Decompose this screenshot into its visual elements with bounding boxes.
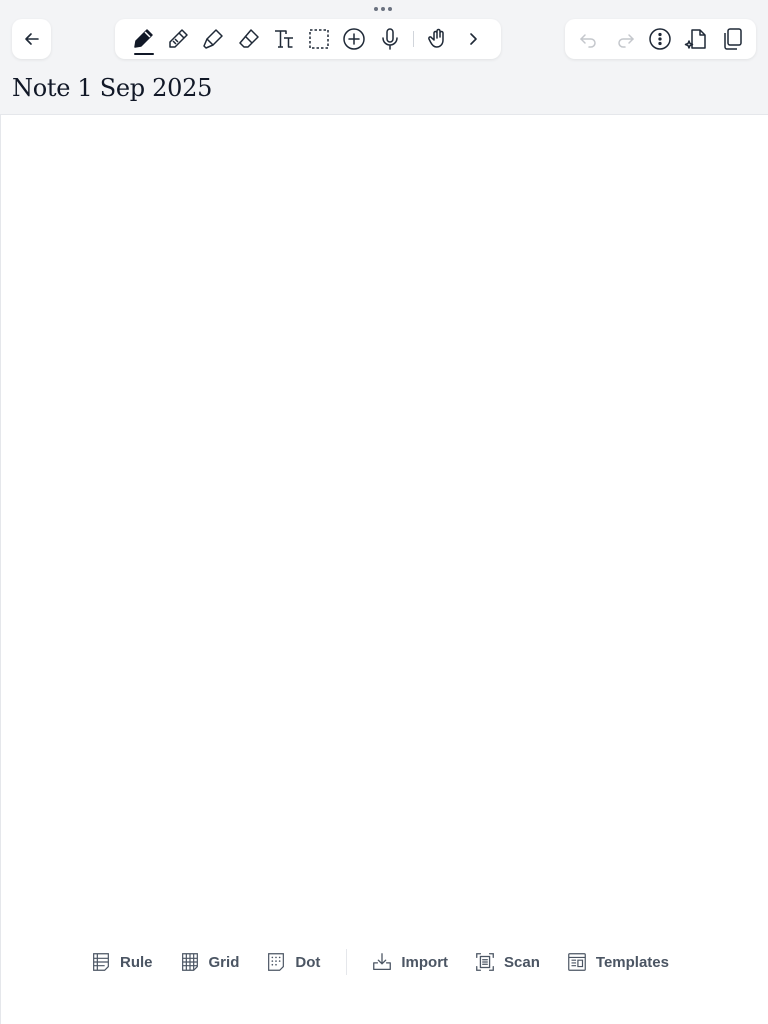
more-vertical-circle-icon [649, 28, 672, 50]
pencil-tool[interactable] [160, 21, 195, 57]
templates-icon [568, 953, 586, 971]
rule-button[interactable]: Rule [90, 951, 153, 973]
grid-label: Grid [208, 953, 240, 971]
dot-button[interactable]: Dot [265, 951, 320, 973]
pages-button[interactable] [714, 21, 750, 57]
bottom-bar-divider [346, 949, 348, 975]
ai-page-button[interactable] [678, 21, 714, 57]
multitasking-handle[interactable] [374, 7, 392, 11]
dot [374, 7, 378, 11]
rule-label: Rule [120, 953, 153, 971]
templates-label: Templates [595, 953, 669, 971]
scan-button[interactable]: Scan [474, 951, 540, 973]
dot-label: Dot [295, 953, 321, 971]
dot [388, 7, 392, 11]
hand-gesture-icon [428, 28, 444, 48]
page-options-bar: Rule Grid Dot Import Scan Templates [90, 948, 695, 976]
text-tool[interactable] [266, 21, 301, 57]
arrow-left-icon [24, 33, 39, 45]
touch-gesture-tool[interactable] [420, 21, 455, 57]
note-canvas[interactable] [0, 114, 768, 1024]
back-button[interactable] [12, 19, 51, 59]
undo-button[interactable] [571, 21, 607, 57]
chevron-right-icon [470, 33, 478, 45]
more-options-button[interactable] [643, 21, 679, 57]
redo-button[interactable] [607, 21, 643, 57]
highlighter-icon [203, 29, 223, 49]
plus-circle-icon [343, 28, 366, 50]
scan-label: Scan [504, 953, 540, 971]
highlighter-tool[interactable] [196, 21, 231, 57]
more-tools-button[interactable] [456, 21, 491, 57]
note-title[interactable]: Note 1 Sep 2025 [12, 74, 212, 102]
fountain-pen-icon [133, 29, 153, 48]
lasso-select-icon [309, 29, 329, 49]
fountain-pen-tool[interactable] [125, 21, 160, 57]
microphone-icon [381, 28, 398, 50]
dot-page-icon [268, 953, 285, 971]
import-icon [373, 953, 392, 970]
page-sparkle-icon [685, 29, 707, 49]
pencil-icon [169, 29, 188, 48]
document-actions-toolbar [565, 19, 756, 59]
import-button[interactable]: Import [371, 951, 448, 973]
eraser-icon [238, 29, 259, 48]
microphone-tool[interactable] [372, 21, 407, 57]
ruled-page-icon [93, 953, 109, 971]
copy-pages-icon [724, 28, 742, 50]
redo-icon [617, 34, 634, 48]
undo-icon [580, 34, 596, 48]
add-tool[interactable] [337, 21, 372, 57]
templates-button[interactable]: Templates [566, 951, 669, 973]
lasso-tool[interactable] [301, 21, 336, 57]
scan-document-icon [476, 953, 494, 971]
grid-page-icon [181, 953, 198, 971]
import-label: Import [401, 953, 449, 971]
eraser-tool[interactable] [231, 21, 266, 57]
text-icon [274, 30, 293, 48]
drawing-toolbar [115, 19, 501, 59]
toolbar-divider [413, 31, 415, 47]
grid-button[interactable]: Grid [179, 951, 240, 973]
dot [381, 7, 385, 11]
